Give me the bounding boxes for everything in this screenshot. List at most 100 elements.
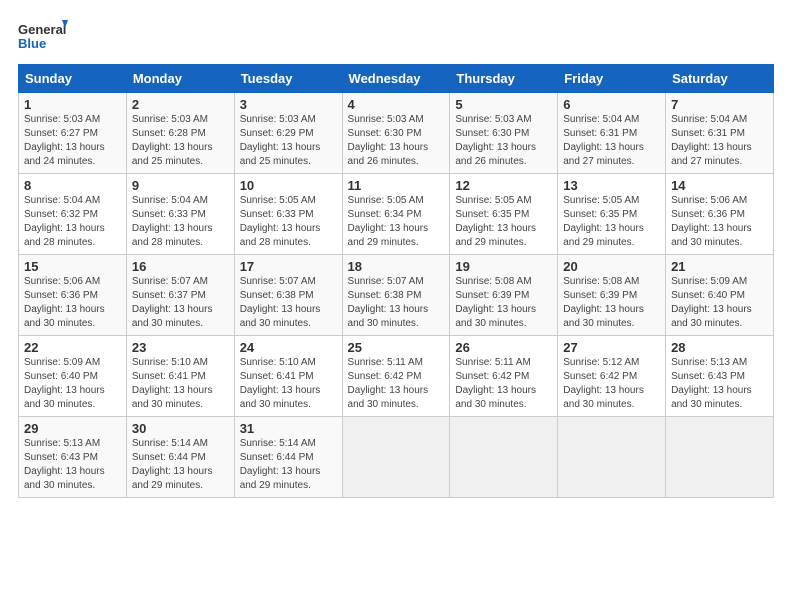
- day-info: Sunrise: 5:06 AMSunset: 6:36 PMDaylight:…: [24, 276, 105, 329]
- day-cell-23: 23 Sunrise: 5:10 AMSunset: 6:41 PMDaylig…: [126, 336, 234, 417]
- day-cell-21: 21 Sunrise: 5:09 AMSunset: 6:40 PMDaylig…: [666, 255, 774, 336]
- empty-cell: [666, 417, 774, 498]
- day-info: Sunrise: 5:12 AMSunset: 6:42 PMDaylight:…: [563, 357, 644, 410]
- day-info: Sunrise: 5:09 AMSunset: 6:40 PMDaylight:…: [671, 276, 752, 329]
- day-number: 13: [563, 178, 660, 193]
- empty-cell: [558, 417, 666, 498]
- day-info: Sunrise: 5:07 AMSunset: 6:38 PMDaylight:…: [348, 276, 429, 329]
- day-cell-5: 5 Sunrise: 5:03 AMSunset: 6:30 PMDayligh…: [450, 93, 558, 174]
- day-info: Sunrise: 5:11 AMSunset: 6:42 PMDaylight:…: [348, 357, 429, 410]
- day-info: Sunrise: 5:04 AMSunset: 6:31 PMDaylight:…: [671, 114, 752, 167]
- calendar-table: SundayMondayTuesdayWednesdayThursdayFrid…: [18, 64, 774, 498]
- day-number: 4: [348, 97, 445, 112]
- day-number: 17: [240, 259, 337, 274]
- day-cell-13: 13 Sunrise: 5:05 AMSunset: 6:35 PMDaylig…: [558, 174, 666, 255]
- day-info: Sunrise: 5:03 AMSunset: 6:29 PMDaylight:…: [240, 114, 321, 167]
- day-number: 9: [132, 178, 229, 193]
- day-cell-7: 7 Sunrise: 5:04 AMSunset: 6:31 PMDayligh…: [666, 93, 774, 174]
- day-number: 15: [24, 259, 121, 274]
- day-cell-2: 2 Sunrise: 5:03 AMSunset: 6:28 PMDayligh…: [126, 93, 234, 174]
- day-info: Sunrise: 5:03 AMSunset: 6:30 PMDaylight:…: [455, 114, 536, 167]
- day-cell-29: 29 Sunrise: 5:13 AMSunset: 6:43 PMDaylig…: [19, 417, 127, 498]
- col-header-wednesday: Wednesday: [342, 65, 450, 93]
- day-number: 23: [132, 340, 229, 355]
- day-number: 1: [24, 97, 121, 112]
- day-number: 20: [563, 259, 660, 274]
- day-cell-6: 6 Sunrise: 5:04 AMSunset: 6:31 PMDayligh…: [558, 93, 666, 174]
- day-info: Sunrise: 5:09 AMSunset: 6:40 PMDaylight:…: [24, 357, 105, 410]
- day-cell-18: 18 Sunrise: 5:07 AMSunset: 6:38 PMDaylig…: [342, 255, 450, 336]
- day-info: Sunrise: 5:06 AMSunset: 6:36 PMDaylight:…: [671, 195, 752, 248]
- day-number: 26: [455, 340, 552, 355]
- col-header-friday: Friday: [558, 65, 666, 93]
- header: General Blue: [18, 18, 774, 56]
- day-number: 11: [348, 178, 445, 193]
- day-cell-16: 16 Sunrise: 5:07 AMSunset: 6:37 PMDaylig…: [126, 255, 234, 336]
- day-number: 10: [240, 178, 337, 193]
- day-info: Sunrise: 5:05 AMSunset: 6:33 PMDaylight:…: [240, 195, 321, 248]
- logo: General Blue: [18, 18, 68, 56]
- day-cell-12: 12 Sunrise: 5:05 AMSunset: 6:35 PMDaylig…: [450, 174, 558, 255]
- day-info: Sunrise: 5:10 AMSunset: 6:41 PMDaylight:…: [132, 357, 213, 410]
- week-row-2: 8 Sunrise: 5:04 AMSunset: 6:32 PMDayligh…: [19, 174, 774, 255]
- day-info: Sunrise: 5:03 AMSunset: 6:27 PMDaylight:…: [24, 114, 105, 167]
- page: General Blue SundayMondayTuesdayWednesda…: [0, 0, 792, 612]
- week-row-4: 22 Sunrise: 5:09 AMSunset: 6:40 PMDaylig…: [19, 336, 774, 417]
- day-info: Sunrise: 5:07 AMSunset: 6:38 PMDaylight:…: [240, 276, 321, 329]
- day-info: Sunrise: 5:05 AMSunset: 6:35 PMDaylight:…: [563, 195, 644, 248]
- day-cell-20: 20 Sunrise: 5:08 AMSunset: 6:39 PMDaylig…: [558, 255, 666, 336]
- day-cell-17: 17 Sunrise: 5:07 AMSunset: 6:38 PMDaylig…: [234, 255, 342, 336]
- day-number: 22: [24, 340, 121, 355]
- day-cell-10: 10 Sunrise: 5:05 AMSunset: 6:33 PMDaylig…: [234, 174, 342, 255]
- day-number: 30: [132, 421, 229, 436]
- empty-cell: [342, 417, 450, 498]
- day-number: 8: [24, 178, 121, 193]
- day-cell-15: 15 Sunrise: 5:06 AMSunset: 6:36 PMDaylig…: [19, 255, 127, 336]
- day-number: 27: [563, 340, 660, 355]
- day-info: Sunrise: 5:05 AMSunset: 6:34 PMDaylight:…: [348, 195, 429, 248]
- col-header-thursday: Thursday: [450, 65, 558, 93]
- week-row-1: 1 Sunrise: 5:03 AMSunset: 6:27 PMDayligh…: [19, 93, 774, 174]
- day-cell-9: 9 Sunrise: 5:04 AMSunset: 6:33 PMDayligh…: [126, 174, 234, 255]
- col-header-tuesday: Tuesday: [234, 65, 342, 93]
- day-info: Sunrise: 5:08 AMSunset: 6:39 PMDaylight:…: [563, 276, 644, 329]
- day-info: Sunrise: 5:07 AMSunset: 6:37 PMDaylight:…: [132, 276, 213, 329]
- day-cell-30: 30 Sunrise: 5:14 AMSunset: 6:44 PMDaylig…: [126, 417, 234, 498]
- day-number: 19: [455, 259, 552, 274]
- day-number: 3: [240, 97, 337, 112]
- day-info: Sunrise: 5:13 AMSunset: 6:43 PMDaylight:…: [24, 438, 105, 491]
- day-number: 28: [671, 340, 768, 355]
- day-number: 2: [132, 97, 229, 112]
- day-info: Sunrise: 5:03 AMSunset: 6:30 PMDaylight:…: [348, 114, 429, 167]
- day-cell-28: 28 Sunrise: 5:13 AMSunset: 6:43 PMDaylig…: [666, 336, 774, 417]
- logo-svg: General Blue: [18, 18, 68, 56]
- day-cell-24: 24 Sunrise: 5:10 AMSunset: 6:41 PMDaylig…: [234, 336, 342, 417]
- day-number: 31: [240, 421, 337, 436]
- day-number: 18: [348, 259, 445, 274]
- day-cell-1: 1 Sunrise: 5:03 AMSunset: 6:27 PMDayligh…: [19, 93, 127, 174]
- day-number: 24: [240, 340, 337, 355]
- col-header-sunday: Sunday: [19, 65, 127, 93]
- day-info: Sunrise: 5:05 AMSunset: 6:35 PMDaylight:…: [455, 195, 536, 248]
- header-row: SundayMondayTuesdayWednesdayThursdayFrid…: [19, 65, 774, 93]
- col-header-saturday: Saturday: [666, 65, 774, 93]
- day-number: 16: [132, 259, 229, 274]
- week-row-5: 29 Sunrise: 5:13 AMSunset: 6:43 PMDaylig…: [19, 417, 774, 498]
- day-info: Sunrise: 5:04 AMSunset: 6:31 PMDaylight:…: [563, 114, 644, 167]
- day-cell-27: 27 Sunrise: 5:12 AMSunset: 6:42 PMDaylig…: [558, 336, 666, 417]
- day-number: 21: [671, 259, 768, 274]
- day-number: 25: [348, 340, 445, 355]
- svg-text:General: General: [18, 22, 66, 37]
- col-header-monday: Monday: [126, 65, 234, 93]
- day-cell-22: 22 Sunrise: 5:09 AMSunset: 6:40 PMDaylig…: [19, 336, 127, 417]
- svg-text:Blue: Blue: [18, 36, 46, 51]
- day-number: 29: [24, 421, 121, 436]
- day-number: 5: [455, 97, 552, 112]
- day-cell-19: 19 Sunrise: 5:08 AMSunset: 6:39 PMDaylig…: [450, 255, 558, 336]
- day-info: Sunrise: 5:14 AMSunset: 6:44 PMDaylight:…: [132, 438, 213, 491]
- day-number: 6: [563, 97, 660, 112]
- day-info: Sunrise: 5:04 AMSunset: 6:32 PMDaylight:…: [24, 195, 105, 248]
- day-info: Sunrise: 5:10 AMSunset: 6:41 PMDaylight:…: [240, 357, 321, 410]
- day-cell-31: 31 Sunrise: 5:14 AMSunset: 6:44 PMDaylig…: [234, 417, 342, 498]
- empty-cell: [450, 417, 558, 498]
